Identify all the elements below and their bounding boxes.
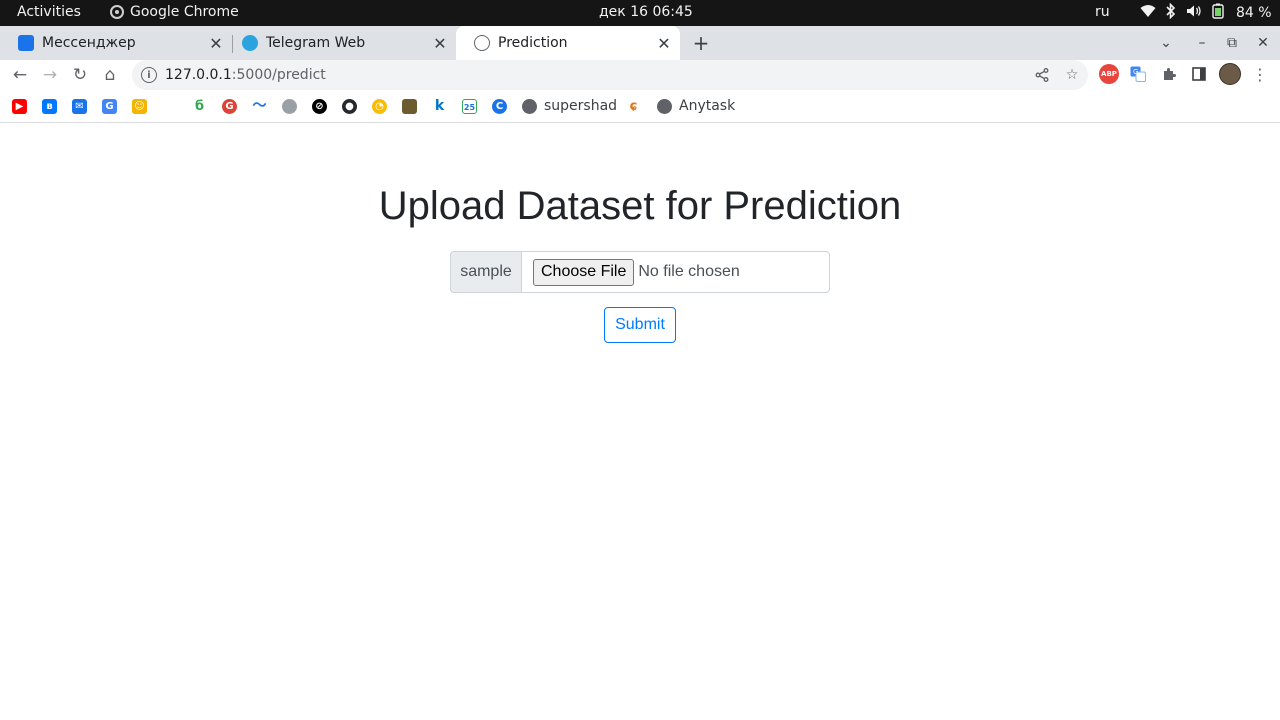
translate-icon: G — [102, 98, 117, 114]
globe-icon — [282, 98, 297, 114]
battery-percentage: 84 % — [1236, 5, 1272, 21]
leaf-icon: б — [194, 98, 205, 114]
extensions-icon[interactable] — [1159, 64, 1179, 84]
close-icon[interactable]: ✕ — [432, 34, 448, 53]
messenger-icon — [18, 35, 34, 51]
tab-telegram[interactable]: Telegram Web ✕ — [224, 26, 456, 60]
mail-icon: ✉ — [72, 98, 87, 114]
svg-text:G: G — [1133, 68, 1138, 76]
flame-icon: ɕ — [629, 98, 638, 114]
new-tab-button[interactable]: + — [690, 26, 712, 60]
forward-button[interactable]: → — [38, 63, 62, 87]
bookmark-image[interactable] — [402, 98, 417, 114]
chrome-icon — [110, 5, 124, 19]
c-icon: C — [492, 98, 507, 114]
bookmark-classroom[interactable]: ☺ — [132, 98, 147, 114]
translate-icon[interactable]: G — [1128, 64, 1148, 84]
wave-icon: 〜 — [252, 97, 267, 114]
clock[interactable]: дек 16 06:45 — [599, 4, 693, 20]
wifi-icon — [1140, 4, 1156, 22]
youtube-icon: ▶ — [12, 98, 27, 114]
tab-title: Prediction — [498, 35, 568, 51]
bookmark-globe[interactable] — [282, 98, 297, 114]
bookmark-chrome-red[interactable]: G — [222, 98, 237, 114]
back-button[interactable]: ← — [8, 63, 32, 87]
system-top-bar: Activities Google Chrome дек 16 06:45 ru… — [0, 0, 1280, 26]
calendar-icon: 25 — [462, 98, 477, 114]
bookmark-translate[interactable]: G — [102, 98, 117, 114]
vk-icon: в — [42, 98, 57, 114]
linear-icon: ⊘ — [312, 98, 327, 114]
bookmark-calendar[interactable]: 25 — [462, 98, 477, 114]
file-input[interactable]: Choose File No file chosen — [522, 251, 830, 293]
site-info-icon[interactable]: i — [141, 67, 157, 83]
bookmark-label: supershad — [544, 98, 618, 114]
side-panel-icon[interactable] — [1189, 64, 1209, 84]
telegram-icon — [242, 35, 258, 51]
tab-messenger[interactable]: Мессенджер ✕ — [0, 26, 233, 60]
bookmark-wave[interactable]: 〜 — [252, 98, 267, 114]
choose-file-button[interactable]: Choose File — [533, 258, 635, 286]
input-group-label: sample — [450, 251, 522, 293]
app-menu[interactable]: Google Chrome — [110, 4, 239, 20]
close-window-button[interactable]: ✕ — [1251, 26, 1275, 60]
home-button[interactable]: ⌂ — [98, 63, 122, 87]
globe-icon — [474, 35, 490, 51]
bookmark-star-icon[interactable]: ☆ — [1062, 65, 1082, 85]
bookmark-mail[interactable]: ✉ — [72, 98, 87, 114]
restore-button[interactable]: ⧉ — [1220, 26, 1244, 60]
github-icon: ● — [342, 98, 357, 114]
bookmark-linear[interactable]: ⊘ — [312, 98, 327, 114]
close-icon[interactable]: ✕ — [656, 34, 672, 53]
bookmark-supershad[interactable]: supershad — [522, 98, 617, 114]
bookmark-k[interactable]: k — [432, 98, 447, 114]
activities-button[interactable]: Activities — [17, 4, 81, 20]
chrome-red-icon: G — [222, 98, 237, 114]
file-input-group: sample Choose File No file chosen — [450, 251, 830, 293]
k-icon: k — [434, 97, 445, 114]
globe-icon — [522, 98, 537, 114]
battery-icon — [1212, 3, 1224, 23]
bookmark-vk[interactable]: в — [42, 98, 57, 114]
yandex-icon: ◔ — [372, 98, 387, 114]
bookmark-youtube[interactable]: ▶ — [12, 98, 27, 114]
image-icon — [402, 98, 417, 114]
bluetooth-icon — [1166, 2, 1176, 23]
tab-title: Мессенджер — [42, 35, 136, 51]
browser-toolbar: ← → ↻ ⌂ i 127.0.0.1 :5000/predict ☆ — [0, 60, 1280, 90]
globe-icon — [657, 98, 672, 114]
profile-avatar[interactable] — [1219, 63, 1241, 85]
bookmark-leaf[interactable]: б — [192, 98, 207, 114]
submit-button[interactable]: Submit — [604, 307, 676, 343]
classroom-icon: ☺ — [132, 98, 147, 114]
page-content: Upload Dataset for Prediction sample Cho… — [0, 124, 1280, 720]
system-menu[interactable]: 84 % — [1140, 2, 1272, 23]
bookmarks-bar: ▶ в ✉ G ☺ б G 〜 ⊘ ● ◔ k 25 C supershad ɕ… — [0, 90, 1280, 123]
bookmark-yandex[interactable]: ◔ — [372, 98, 387, 114]
language-indicator[interactable]: ru — [1095, 4, 1110, 20]
tab-strip: Мессенджер ✕ Telegram Web ✕ Prediction ✕ — [0, 26, 1280, 60]
url-host: 127.0.0.1 — [165, 67, 232, 83]
menu-kebab-icon[interactable]: ⋮ — [1250, 64, 1270, 84]
bookmark-flame[interactable]: ɕ — [626, 98, 641, 114]
address-bar[interactable]: i 127.0.0.1 :5000/predict ☆ — [132, 60, 1088, 90]
minimize-button[interactable]: – — [1190, 26, 1214, 60]
no-file-text: No file chosen — [638, 263, 740, 280]
volume-icon — [1186, 4, 1202, 22]
close-icon[interactable]: ✕ — [208, 34, 224, 53]
bookmark-anytask[interactable]: Anytask — [657, 98, 735, 114]
tab-search-button[interactable]: ⌄ — [1154, 26, 1178, 60]
adblock-icon[interactable]: ABP — [1099, 64, 1119, 84]
tab-title: Telegram Web — [266, 35, 366, 51]
url-path: :5000/predict — [231, 67, 326, 83]
bookmark-c[interactable]: C — [492, 98, 507, 114]
app-name: Google Chrome — [130, 4, 239, 20]
bookmark-github[interactable]: ● — [342, 98, 357, 114]
bookmark-label: Anytask — [679, 98, 736, 114]
page-title: Upload Dataset for Prediction — [378, 184, 902, 228]
tab-prediction[interactable]: Prediction ✕ — [456, 26, 680, 60]
share-icon[interactable] — [1032, 65, 1052, 85]
reload-button[interactable]: ↻ — [68, 63, 92, 87]
